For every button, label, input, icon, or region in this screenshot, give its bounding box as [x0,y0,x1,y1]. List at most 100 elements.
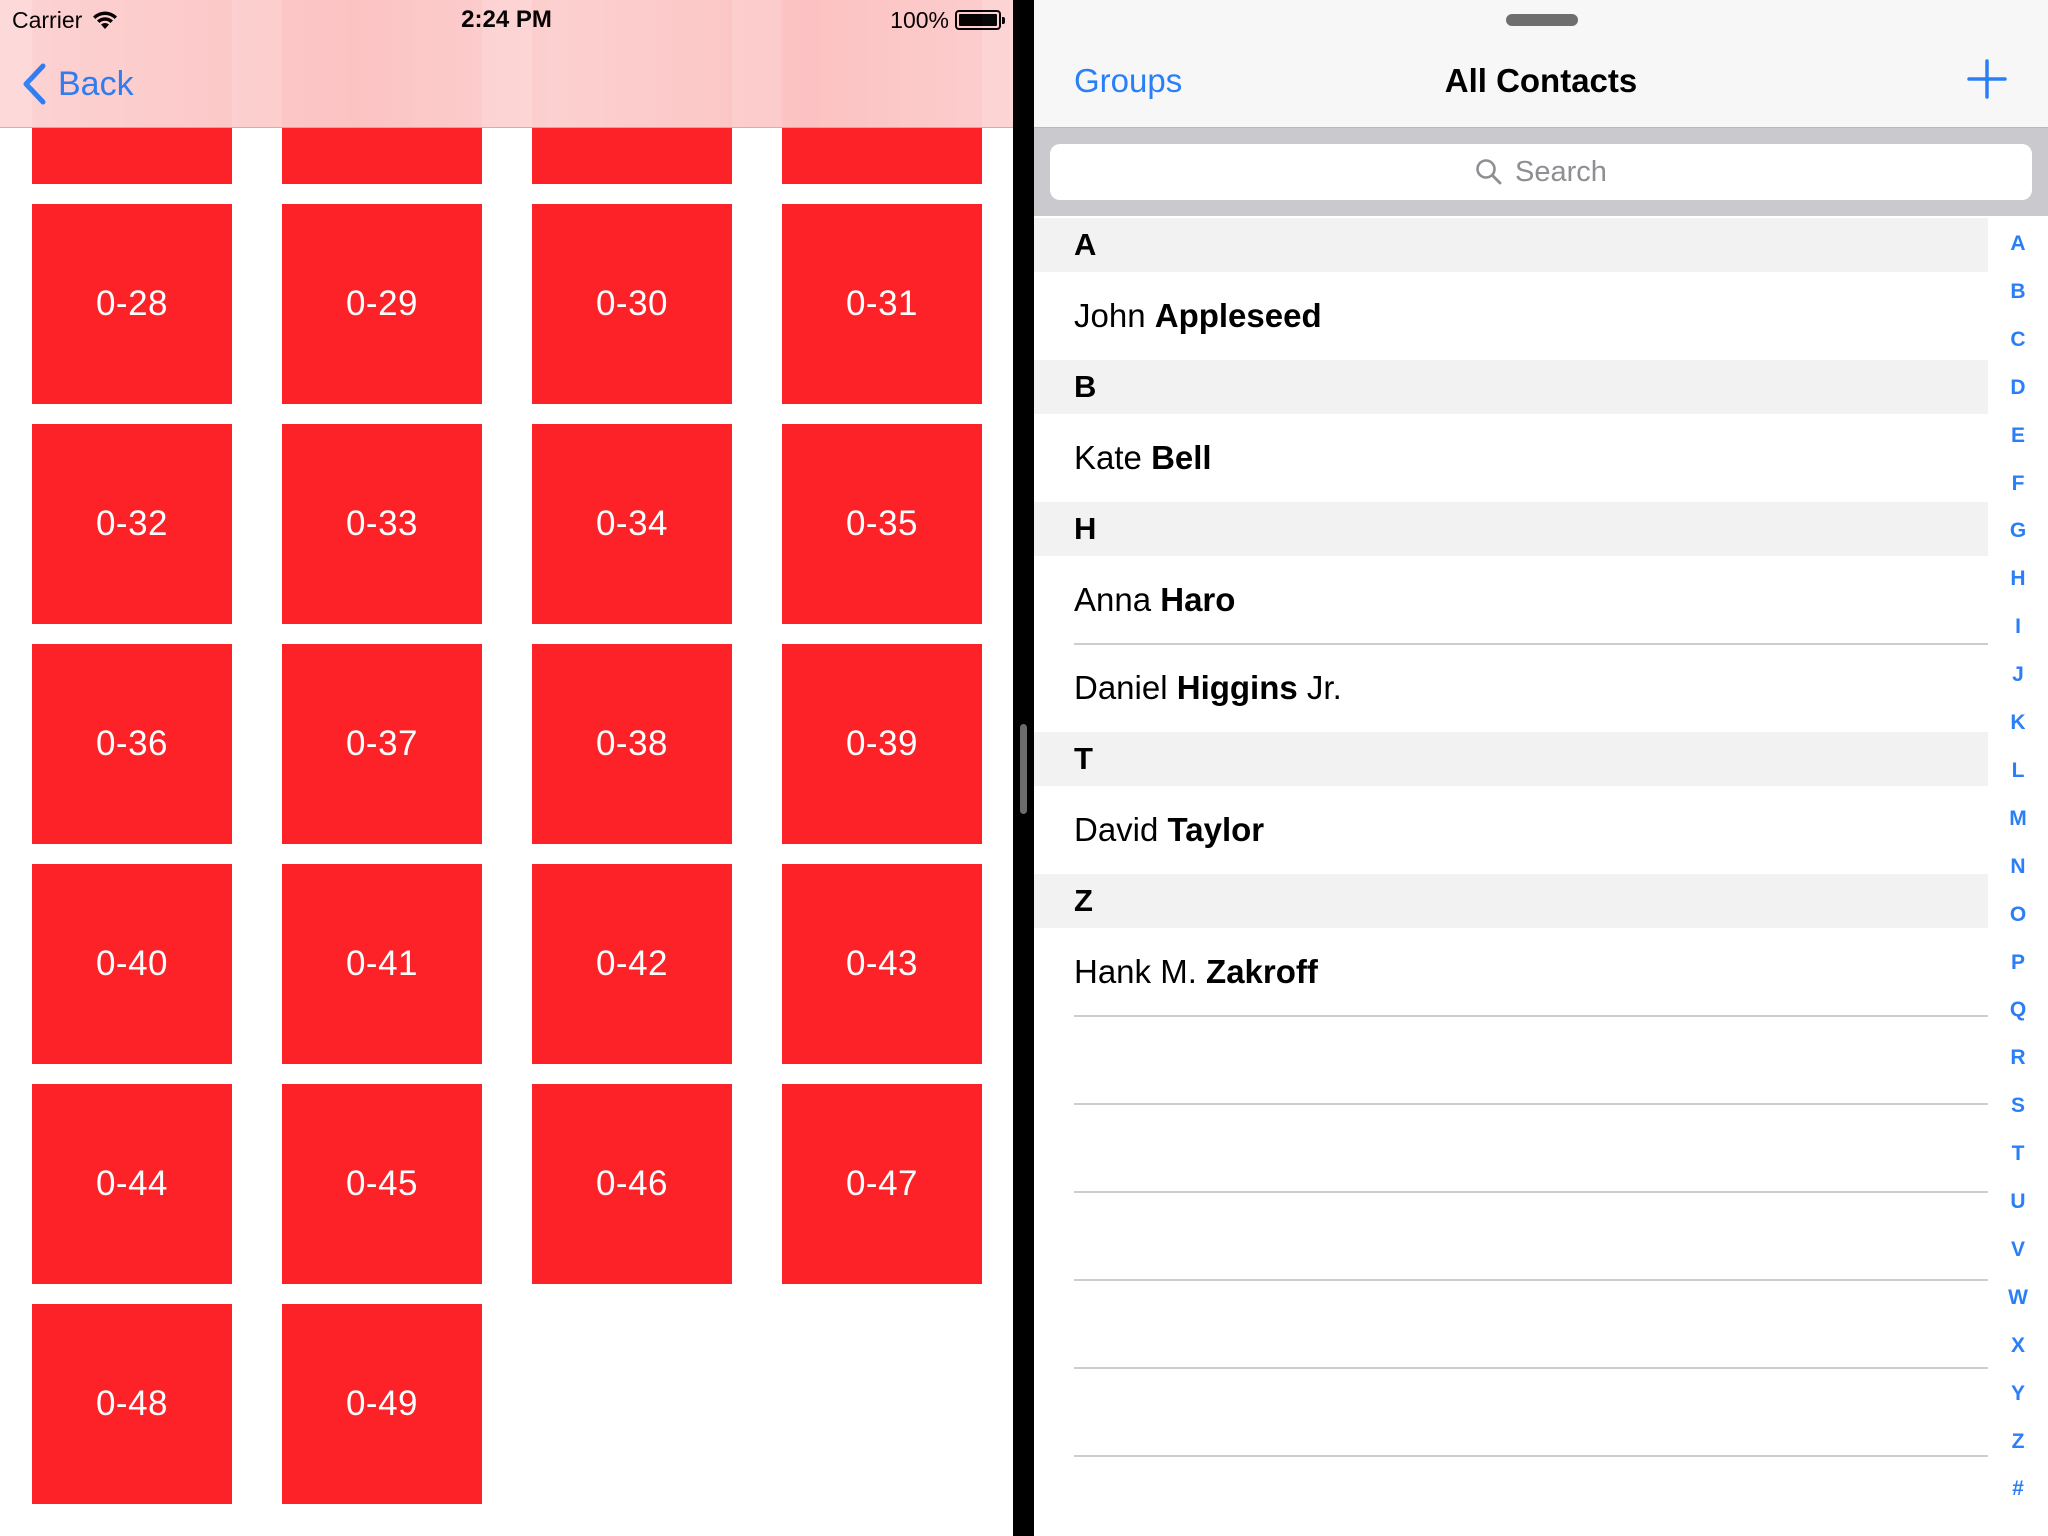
row-separator [1074,1191,1988,1193]
contact-last-name: Appleseed [1154,297,1322,334]
index-letter[interactable]: H [1988,567,2048,591]
index-letter[interactable]: P [1988,951,2048,975]
index-letter[interactable]: N [1988,855,2048,879]
section-header: H [1034,502,1988,556]
row-separator [1074,1367,1988,1369]
index-letter[interactable]: B [1988,280,2048,304]
index-letter[interactable]: I [1988,615,2048,639]
search-placeholder: Search [1515,155,1607,188]
index-letter[interactable]: # [1988,1477,2048,1501]
contact-row[interactable]: David Taylor [1074,786,1988,874]
contact-last-name: Higgins [1176,669,1298,706]
search-bar: Search [1034,128,2048,216]
contact-last-name: Zakroff [1206,953,1318,990]
index-letter[interactable]: X [1988,1334,2048,1358]
section-header: A [1034,218,1988,272]
grid-tile[interactable]: 0-45 [282,1084,482,1284]
grid-tile[interactable]: 0-42 [532,864,732,1064]
section-header: B [1034,360,1988,414]
grid-tile[interactable]: 0-35 [782,424,982,624]
index-letter[interactable]: S [1988,1094,2048,1118]
grid-tile[interactable]: 0-39 [782,644,982,844]
left-navigation-bar: Carrier 2:24 PM 100% Back [0,0,1013,128]
grid-tile[interactable]: 0-41 [282,864,482,1064]
back-label: Back [58,64,134,103]
index-letter[interactable]: G [1988,519,2048,543]
contact-row[interactable]: Daniel Higgins Jr. [1074,644,1988,732]
status-time: 2:24 PM [461,6,552,33]
contact-row[interactable]: John Appleseed [1074,272,1988,360]
index-letter[interactable]: U [1988,1190,2048,1214]
grid-tile[interactable]: 0-38 [532,644,732,844]
back-button[interactable]: Back [22,60,134,108]
index-letter[interactable]: M [1988,807,2048,831]
index-letter[interactable]: V [1988,1238,2048,1262]
contacts-navigation-bar: Groups All Contacts [1034,0,2048,128]
grid-tile[interactable]: 0-34 [532,424,732,624]
grid-tile[interactable]: 0-44 [32,1084,232,1284]
collection-grid[interactable]: 0-28 0-29 0-30 0-31 0-32 0-33 0-34 0-35 0-36 0-37… [0,0,1013,1536]
grid-tile[interactable]: 0-36 [32,644,232,844]
index-letter[interactable]: W [1988,1286,2048,1310]
grid-tile[interactable]: 0-29 [282,204,482,404]
battery-percent: 100% [890,6,949,33]
right-pane: Groups All Contacts Search A John Applese… [1034,0,2048,1536]
contact-row[interactable]: Hank M. Zakroff [1074,928,1988,1016]
contact-last-name: Haro [1160,581,1236,618]
index-letter[interactable]: J [1988,663,2048,687]
grid-tile[interactable]: 0-31 [782,204,982,404]
row-separator [1074,1455,1988,1457]
grid-tile[interactable]: 0-28 [32,204,232,404]
row-separator [1074,1015,1988,1017]
status-battery: 100% [890,0,1005,40]
index-letter[interactable]: D [1988,376,2048,400]
contact-last-name: Bell [1151,439,1212,476]
index-letter[interactable]: L [1988,759,2048,783]
left-pane: 0-28 0-29 0-30 0-31 0-32 0-33 0-34 0-35 0-36 0-37… [0,0,1013,1536]
contact-suffix: Jr. [1297,669,1342,706]
contact-last-name: Taylor [1167,811,1265,848]
contact-row[interactable]: Anna Haro [1074,556,1988,644]
grid-tile[interactable]: 0-33 [282,424,482,624]
contact-first-name: Daniel [1074,669,1177,706]
index-letter[interactable]: F [1988,472,2048,496]
grid-tile[interactable]: 0-32 [32,424,232,624]
search-input[interactable]: Search [1050,144,2032,200]
index-letter[interactable]: T [1988,1142,2048,1166]
row-separator [1074,1103,1988,1105]
add-contact-button[interactable] [1966,58,2008,100]
contact-first-name: David [1074,811,1168,848]
grid-tile[interactable]: 0-46 [532,1084,732,1284]
grid-tile[interactable]: 0-49 [282,1304,482,1504]
index-letter[interactable]: E [1988,424,2048,448]
contact-first-name: Hank M. [1074,953,1207,990]
grid-tile[interactable]: 0-40 [32,864,232,1064]
contact-row[interactable]: Kate Bell [1074,414,1988,502]
grid-tile[interactable]: 0-48 [32,1304,232,1504]
search-icon [1476,159,1502,185]
grid-tile[interactable]: 0-43 [782,864,982,1064]
grid-tile[interactable]: 0-37 [282,644,482,844]
index-letter[interactable]: R [1988,1046,2048,1070]
index-letter[interactable]: Q [1988,998,2048,1022]
section-header: T [1034,732,1988,786]
index-letter[interactable]: Z [1988,1430,2048,1454]
index-letter[interactable]: K [1988,711,2048,735]
index-letter[interactable]: C [1988,328,2048,352]
section-header: Z [1034,874,1988,928]
page-title: All Contacts [1444,62,1638,99]
index-letter[interactable]: O [1988,903,2048,927]
divider-handle[interactable] [1020,724,1027,814]
contact-first-name: Anna [1074,581,1161,618]
index-letter[interactable]: Y [1988,1382,2048,1406]
grid-tile[interactable]: 0-47 [782,1084,982,1284]
index-letter[interactable]: A [1988,232,2048,256]
slide-over-grabber[interactable] [1506,14,1578,26]
plus-icon [1967,59,2007,99]
contact-first-name: Kate [1074,439,1152,476]
chevron-left-icon [23,63,46,105]
contact-first-name: John [1074,297,1155,334]
grid-tile[interactable]: 0-30 [532,204,732,404]
row-separator [1074,1279,1988,1281]
battery-icon [955,10,1005,30]
